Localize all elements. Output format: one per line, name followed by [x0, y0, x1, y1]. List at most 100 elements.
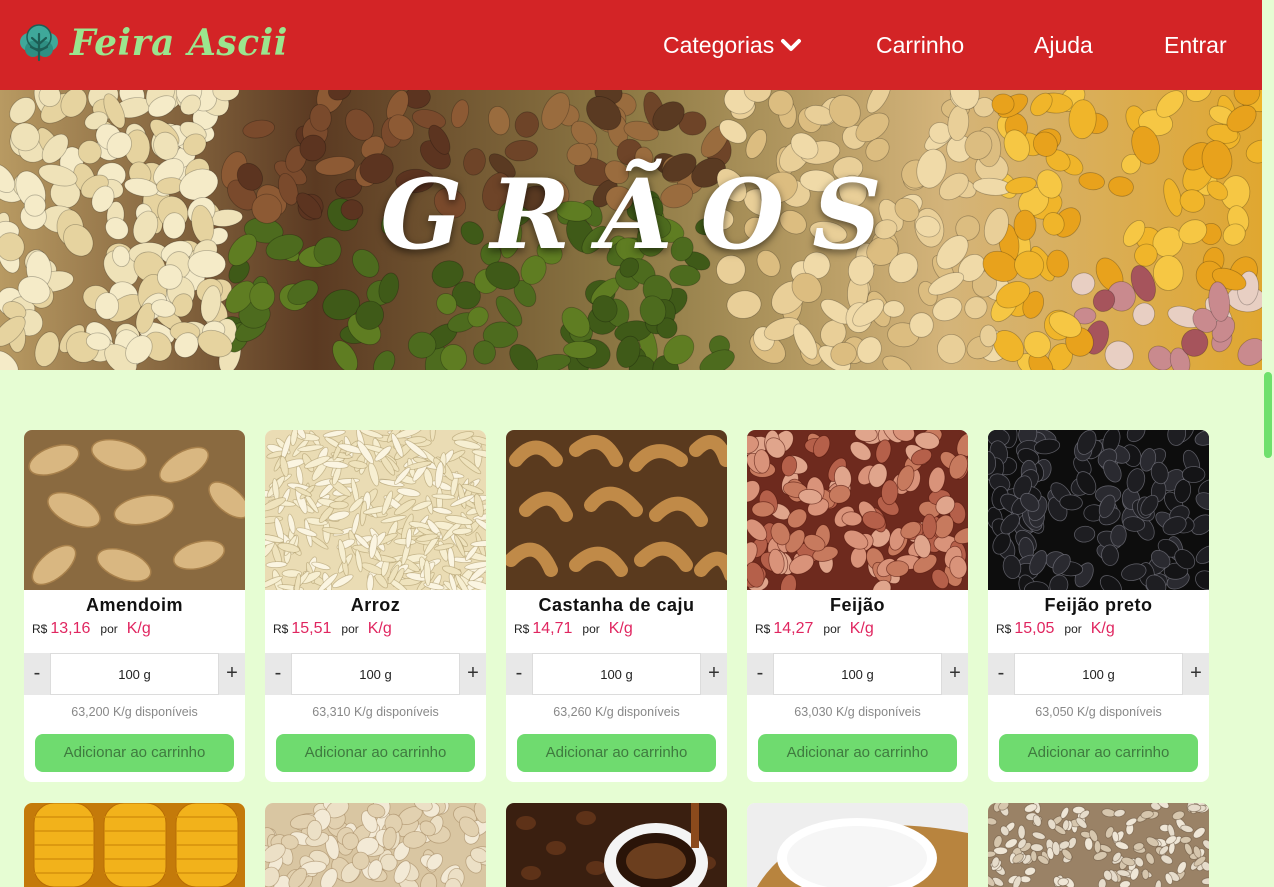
- nav-ajuda[interactable]: Ajuda: [1034, 30, 1093, 60]
- quantity-input[interactable]: [532, 653, 701, 695]
- product-name: Amendoim: [85, 595, 183, 615]
- increment-button[interactable]: +: [460, 653, 486, 695]
- texture-grain: [329, 500, 349, 510]
- price-per: por: [100, 622, 118, 636]
- currency: R$: [32, 622, 48, 636]
- product-name: Feijão preto: [1044, 595, 1153, 615]
- quantity-input[interactable]: [50, 653, 219, 695]
- price-value: 14,71: [532, 620, 573, 637]
- chevron-down-icon: [781, 39, 802, 51]
- texture-grain: [768, 90, 794, 116]
- product-card: Arroz R$ 15,51 por K/g - + 63,310 K/g di…: [265, 430, 486, 782]
- product-card: Amendoim R$ 13,16 por K/g - + 63,200 K/g…: [24, 430, 245, 782]
- price-unit: K/g: [367, 620, 392, 637]
- product-card: [506, 803, 727, 887]
- texture-grain: [1030, 850, 1038, 863]
- product-card: [265, 803, 486, 887]
- add-to-cart-button[interactable]: Adicionar ao carrinho: [758, 734, 957, 772]
- price-per: por: [582, 622, 600, 636]
- texture-grain: [1187, 803, 1202, 813]
- price-value: 14,27: [773, 620, 814, 637]
- increment-button[interactable]: +: [219, 653, 245, 695]
- texture-grain: [95, 292, 120, 320]
- nav-categorias[interactable]: Categorias: [663, 30, 802, 60]
- texture-grain: [909, 312, 934, 338]
- stock-available: 63,030 K/g disponíveis: [794, 705, 921, 719]
- price-unit: K/g: [126, 620, 151, 637]
- price-value: 15,51: [291, 620, 332, 637]
- decrement-button[interactable]: -: [24, 653, 50, 695]
- brand-logo[interactable]: Feira Ascii: [16, 20, 288, 66]
- texture-grain: [751, 501, 775, 518]
- decrement-button[interactable]: -: [988, 653, 1014, 695]
- price-row: R$ 14,27 por K/g: [755, 620, 874, 638]
- quantity-stepper: - +: [24, 653, 245, 695]
- quantity-stepper: - +: [988, 653, 1209, 695]
- add-to-cart-button[interactable]: Adicionar ao carrinho: [276, 734, 475, 772]
- rice-image: [265, 430, 486, 590]
- quantity-stepper: - +: [747, 653, 968, 695]
- quantity-stepper: - +: [506, 653, 727, 695]
- price-unit: K/g: [849, 620, 874, 637]
- price-row: R$ 13,16 por K/g: [32, 620, 151, 638]
- coffee-image: [506, 803, 727, 887]
- decrement-button[interactable]: -: [747, 653, 773, 695]
- stock-available: 63,260 K/g disponíveis: [553, 705, 680, 719]
- currency: R$: [514, 622, 530, 636]
- increment-button[interactable]: +: [701, 653, 727, 695]
- stock-available: 63,310 K/g disponíveis: [312, 705, 439, 719]
- price-per: por: [823, 622, 841, 636]
- hero-banner: GRÃOS: [0, 90, 1262, 370]
- price-per: por: [341, 622, 359, 636]
- product-card: Castanha de caju R$ 14,71 por K/g - + 63…: [506, 430, 727, 782]
- navbar: Feira Ascii Categorias Carrinho Ajuda En…: [0, 0, 1262, 90]
- price-value: 13,16: [50, 620, 91, 637]
- product-card: [24, 803, 245, 887]
- product-name: Arroz: [350, 595, 401, 615]
- cashew-image: [506, 430, 727, 590]
- texture-grain: [351, 851, 370, 870]
- quantity-input[interactable]: [1014, 653, 1183, 695]
- increment-button[interactable]: +: [1183, 653, 1209, 695]
- scrollbar-thumb[interactable]: [1264, 372, 1272, 458]
- salt-image: [747, 803, 968, 887]
- product-card: [747, 803, 968, 887]
- beans-image: [747, 430, 968, 590]
- price-value: 15,05: [1014, 620, 1055, 637]
- brand-name: Feira Ascii: [70, 22, 288, 64]
- texture-grain: [1181, 466, 1206, 483]
- add-to-cart-button[interactable]: Adicionar ao carrinho: [517, 734, 716, 772]
- product-name: Feijão: [829, 595, 885, 615]
- texture-grain: [1093, 840, 1102, 854]
- product-card: Feijão preto R$ 15,05 por K/g - + 63,050…: [988, 430, 1209, 782]
- nav-categorias-label: Categorias: [663, 32, 775, 58]
- quantity-stepper: - +: [265, 653, 486, 695]
- nav-carrinho[interactable]: Carrinho: [876, 30, 964, 60]
- oats-image: [265, 803, 486, 887]
- decrement-button[interactable]: -: [265, 653, 291, 695]
- product-name: Castanha de caju: [538, 595, 695, 615]
- nav-entrar[interactable]: Entrar: [1164, 30, 1227, 60]
- texture-grain: [265, 561, 288, 569]
- decrement-button[interactable]: -: [506, 653, 532, 695]
- add-to-cart-button[interactable]: Adicionar ao carrinho: [35, 734, 234, 772]
- price-per: por: [1064, 622, 1082, 636]
- increment-button[interactable]: +: [942, 653, 968, 695]
- product-card: Feijão R$ 14,27 por K/g - + 63,030 K/g d…: [747, 430, 968, 782]
- texture-grain: [1017, 824, 1026, 840]
- stock-available: 63,200 K/g disponíveis: [71, 705, 198, 719]
- currency: R$: [755, 622, 771, 636]
- product-card: [988, 803, 1209, 887]
- peanut-image: [24, 430, 245, 590]
- price-row: R$ 15,51 por K/g: [273, 620, 392, 638]
- quantity-input[interactable]: [291, 653, 460, 695]
- broccoli-logo-icon: [20, 24, 58, 62]
- price-unit: K/g: [608, 620, 633, 637]
- texture-grain: [883, 300, 905, 318]
- quantity-input[interactable]: [773, 653, 942, 695]
- texture-grain: [249, 281, 276, 311]
- price-row: R$ 14,71 por K/g: [514, 620, 633, 638]
- add-to-cart-button[interactable]: Adicionar ao carrinho: [999, 734, 1198, 772]
- texture-grain: [979, 324, 998, 348]
- sesame-image: [988, 803, 1209, 887]
